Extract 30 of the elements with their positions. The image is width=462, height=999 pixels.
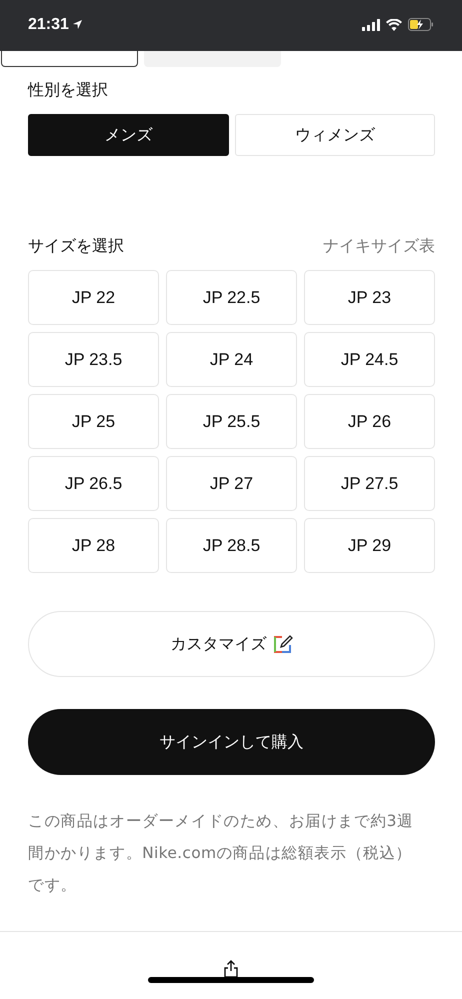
size-option[interactable]: JP 27 — [166, 456, 297, 511]
size-option[interactable]: JP 23 — [304, 270, 435, 325]
order-note: この商品はオーダーメイドのため、お届けまで約3週間かかります。Nike.comの商品は総額表示（税込）です。 — [28, 811, 414, 896]
customize-button[interactable]: カスタマイズ — [28, 611, 435, 677]
size-option[interactable]: JP 28 — [28, 518, 159, 573]
status-time: 21:31 — [28, 16, 69, 34]
size-option[interactable]: JP 29 — [304, 518, 435, 573]
size-option[interactable]: JP 25.5 — [166, 394, 297, 449]
signal-icon — [362, 18, 380, 30]
size-option[interactable]: JP 22 — [28, 270, 159, 325]
size-option[interactable]: JP 24 — [166, 332, 297, 387]
size-chart-link[interactable]: ナイキサイズ表 — [323, 236, 435, 256]
gender-option[interactable]: ウィメンズ — [234, 114, 435, 156]
gender-label: 性別を選択 — [28, 80, 109, 101]
gender-option[interactable]: メンズ — [28, 114, 228, 156]
size-option[interactable]: JP 23.5 — [28, 332, 159, 387]
size-option[interactable]: JP 24.5 — [304, 332, 435, 387]
edit-icon — [272, 634, 292, 654]
size-option[interactable]: JP 26 — [304, 394, 435, 449]
size-option[interactable]: JP 26.5 — [28, 456, 159, 511]
size-option[interactable]: JP 27.5 — [304, 456, 435, 511]
size-option[interactable]: JP 28.5 — [166, 518, 297, 573]
share-icon[interactable] — [224, 960, 238, 978]
size-option[interactable]: JP 25 — [28, 394, 159, 449]
size-label: サイズを選択 — [28, 236, 124, 256]
location-arrow-icon — [72, 19, 83, 30]
size-option[interactable]: JP 22.5 — [166, 270, 297, 325]
battery-charging-icon — [408, 18, 434, 31]
sign-in-purchase-button[interactable]: サインインして購入 — [28, 709, 435, 775]
wifi-icon — [386, 18, 402, 30]
